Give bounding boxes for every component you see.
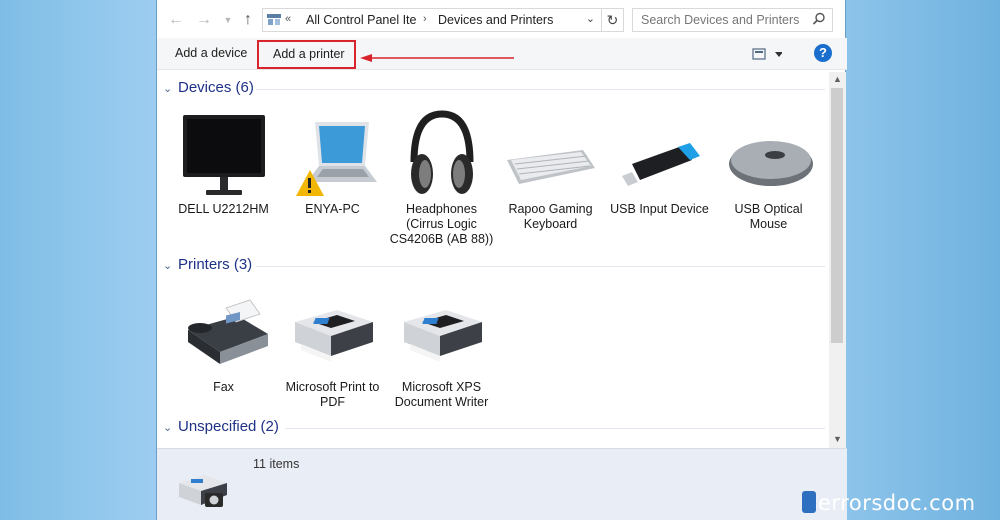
address-row: ← → ▼ ↑ « All Control Panel Ite › Device… [157, 8, 847, 34]
search-placeholder: Search Devices and Printers [641, 13, 800, 27]
fax-icon [187, 299, 268, 364]
group-header-devices[interactable]: ⌄ Devices (6) [161, 79, 825, 101]
scrollbar-thumb[interactable] [831, 88, 843, 343]
devices-and-printers-window: ← → ▼ ↑ « All Control Panel Ite › Device… [156, 0, 847, 520]
group-title-printers: Printers (3) [178, 256, 253, 273]
address-dropdown-icon[interactable]: ⌄ [586, 12, 595, 25]
printer-item-fax[interactable]: Fax [171, 292, 276, 395]
recent-locations-chevron-down-icon[interactable]: ▼ [219, 11, 237, 29]
control-panel-icon [267, 14, 281, 25]
details-pane: 11 items [157, 448, 847, 520]
device-item-headphones[interactable]: Headphones (Cirrus Logic CS4206B (AB 88)… [389, 110, 494, 247]
device-label: Rapoo Gaming Keyboard [508, 202, 593, 231]
printer-label: Fax [213, 380, 234, 394]
overflow-chevron[interactable]: « [285, 13, 291, 25]
collapse-chevron-icon[interactable]: ⌄ [163, 82, 172, 95]
forward-icon[interactable]: → [195, 11, 213, 29]
printer-icon [403, 310, 482, 362]
add-printer-button[interactable]: Add a printer [257, 40, 356, 69]
help-button[interactable]: ? [814, 44, 832, 62]
search-input[interactable]: Search Devices and Printers [632, 8, 833, 32]
group-divider [285, 428, 825, 429]
address-bar[interactable]: « All Control Panel Ite › Devices and Pr… [262, 8, 602, 32]
device-item-mouse[interactable]: USB Optical Mouse [716, 114, 821, 232]
group-title-devices: Devices (6) [178, 79, 254, 96]
command-bar: Add a device Add a printer ? [157, 38, 847, 70]
devices-and-printers-icon [179, 475, 227, 507]
keyboard-icon [506, 150, 595, 184]
headphones-icon [410, 110, 473, 194]
group-divider [256, 266, 825, 267]
watermark-logo-icon [802, 491, 816, 513]
printer-icon [294, 310, 373, 362]
breadcrumb-devices-and-printers[interactable]: Devices and Printers [438, 13, 553, 27]
printer-label: Microsoft XPS Document Writer [394, 380, 489, 409]
vertical-scrollbar[interactable]: ▲ ▼ [829, 72, 846, 448]
device-label: USB Input Device [610, 202, 709, 216]
device-label: Headphones (Cirrus Logic CS4206B (AB 88)… [389, 202, 494, 246]
breadcrumb-all-control-panel[interactable]: All Control Panel Ite [306, 13, 416, 27]
usb-dongle-icon [621, 143, 700, 186]
printer-item-xps-writer[interactable]: Microsoft XPS Document Writer [389, 292, 494, 410]
refresh-button[interactable]: ↻ [602, 8, 624, 32]
printer-label: Microsoft Print to PDF [285, 380, 380, 409]
device-label: ENYA-PC [305, 202, 360, 216]
device-item-keyboard[interactable]: Rapoo Gaming Keyboard [498, 114, 603, 232]
back-icon[interactable]: ← [167, 11, 185, 29]
collapse-chevron-icon[interactable]: ⌄ [163, 421, 172, 434]
group-title-unspecified: Unspecified (2) [178, 418, 279, 435]
scroll-down-icon[interactable]: ▼ [833, 434, 842, 444]
up-icon[interactable]: ↑ [239, 11, 257, 29]
change-view-icon[interactable] [752, 47, 782, 61]
device-item-monitor[interactable]: DELL U2212HM [171, 114, 276, 217]
device-item-laptop[interactable]: ENYA-PC [280, 114, 385, 217]
printer-item-print-to-pdf[interactable]: Microsoft Print to PDF [280, 292, 385, 410]
watermark: errorsdoc.com [802, 491, 976, 515]
device-label: USB Optical Mouse [734, 202, 803, 231]
add-device-button[interactable]: Add a device [175, 46, 247, 60]
annotation-arrow-icon [360, 54, 514, 62]
group-header-printers[interactable]: ⌄ Printers (3) [161, 256, 825, 278]
watermark-text: errorsdoc.com [818, 491, 976, 515]
laptop-icon [295, 122, 377, 196]
monitor-icon [182, 115, 265, 195]
devices-list: ⌄ Devices (6) DELL U2212HM ENYA-PC Headp… [157, 72, 829, 448]
group-divider [256, 89, 825, 90]
mouse-icon [728, 141, 813, 186]
item-count: 11 items [253, 457, 300, 471]
device-label: DELL U2212HM [178, 202, 269, 216]
collapse-chevron-icon[interactable]: ⌄ [163, 259, 172, 272]
search-icon [812, 12, 825, 25]
group-header-unspecified[interactable]: ⌄ Unspecified (2) [161, 418, 825, 440]
device-item-usb-input[interactable]: USB Input Device [607, 114, 712, 217]
breadcrumb-separator-icon[interactable]: › [423, 13, 427, 25]
scroll-up-icon[interactable]: ▲ [833, 74, 842, 84]
